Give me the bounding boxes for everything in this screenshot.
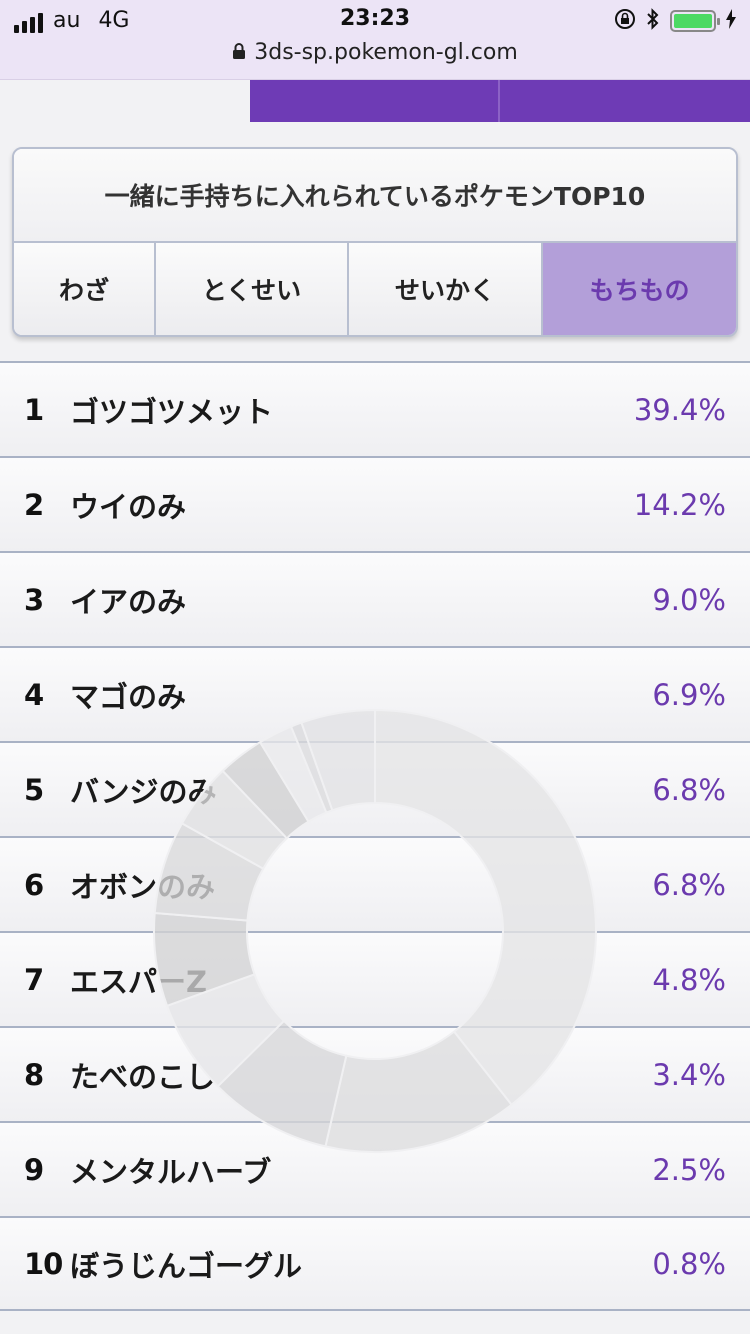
item-percent: 6.8% xyxy=(652,772,726,807)
item-name: オボンのみ xyxy=(70,869,216,904)
list-item[interactable]: 6 オボンのみ 6.8% xyxy=(0,836,750,931)
item-name: メンタルハーブ xyxy=(70,1154,272,1189)
item-rank: 6 xyxy=(24,867,45,902)
charging-icon xyxy=(726,9,736,33)
lock-icon xyxy=(232,41,246,66)
item-name: ぼうじんゴーグル xyxy=(70,1248,303,1283)
item-name: エスパーZ xyxy=(70,964,208,999)
status-bar: au 4G 23:23 3ds-sp.pokemon-gl.com xyxy=(0,0,750,80)
ranking-panel: 一緒に手持ちに入れられているポケモンTOP10 わざ とくせい せいかく もちも… xyxy=(12,147,738,337)
item-name: イアのみ xyxy=(70,584,187,619)
list-item[interactable]: 5 バンジのみ 6.8% xyxy=(0,741,750,836)
item-name: ゴツゴツメット xyxy=(70,394,274,429)
item-percent: 2.5% xyxy=(652,1152,726,1187)
top-tabs xyxy=(0,80,750,122)
item-name: バンジのみ xyxy=(70,774,217,809)
item-percent: 14.2% xyxy=(633,487,726,522)
item-name: ウイのみ xyxy=(70,489,187,524)
item-rank: 3 xyxy=(24,582,45,617)
item-rank: 4 xyxy=(24,677,45,712)
url-bar[interactable]: 3ds-sp.pokemon-gl.com xyxy=(0,40,750,66)
item-rank: 8 xyxy=(24,1057,45,1092)
panel-title: 一緒に手持ちに入れられているポケモンTOP10 xyxy=(14,149,736,243)
item-rank: 7 xyxy=(24,962,45,997)
item-name: マゴのみ xyxy=(70,679,187,714)
list-item[interactable]: 8 たべのこし 3.4% xyxy=(0,1026,750,1121)
item-percent: 4.8% xyxy=(652,962,726,997)
list-item[interactable]: 10 ぼうじんゴーグル 0.8% xyxy=(0,1216,750,1311)
top-tab-2[interactable] xyxy=(250,80,498,122)
list-item[interactable]: 1 ゴツゴツメット 39.4% xyxy=(0,361,750,456)
list-item[interactable]: 2 ウイのみ 14.2% xyxy=(0,456,750,551)
item-rank: 10 xyxy=(24,1246,63,1281)
url-text: 3ds-sp.pokemon-gl.com xyxy=(254,40,518,65)
top-tab-3[interactable] xyxy=(500,80,750,122)
battery-icon xyxy=(670,10,720,32)
tab-items[interactable]: もちもの xyxy=(543,243,736,335)
list-item[interactable]: 9 メンタルハーブ 2.5% xyxy=(0,1121,750,1216)
list-item[interactable]: 4 マゴのみ 6.9% xyxy=(0,646,750,741)
item-rank: 9 xyxy=(24,1152,45,1187)
item-name: たべのこし xyxy=(70,1059,216,1094)
top-tab-1[interactable] xyxy=(0,80,250,122)
item-rank: 2 xyxy=(24,487,45,522)
item-rank: 1 xyxy=(24,392,45,427)
item-rank: 5 xyxy=(24,772,45,807)
item-percent: 0.8% xyxy=(652,1246,726,1281)
item-percent: 39.4% xyxy=(633,392,726,427)
status-right xyxy=(614,8,736,34)
tab-natures[interactable]: せいかく xyxy=(349,243,543,335)
list-item[interactable]: 3 イアのみ 9.0% xyxy=(0,551,750,646)
orientation-lock-icon xyxy=(614,8,636,34)
tab-moves[interactable]: わざ xyxy=(14,243,156,335)
category-tabs: わざ とくせい せいかく もちもの xyxy=(14,243,736,335)
bluetooth-icon xyxy=(646,8,660,34)
item-percent: 3.4% xyxy=(652,1057,726,1092)
ranking-list: 1 ゴツゴツメット 39.4% 2 ウイのみ 14.2% 3 イアのみ 9.0%… xyxy=(0,361,750,1311)
item-percent: 9.0% xyxy=(652,582,726,617)
tab-abilities[interactable]: とくせい xyxy=(156,243,349,335)
item-percent: 6.8% xyxy=(652,867,726,902)
list-item[interactable]: 7 エスパーZ 4.8% xyxy=(0,931,750,1026)
item-percent: 6.9% xyxy=(652,677,726,712)
